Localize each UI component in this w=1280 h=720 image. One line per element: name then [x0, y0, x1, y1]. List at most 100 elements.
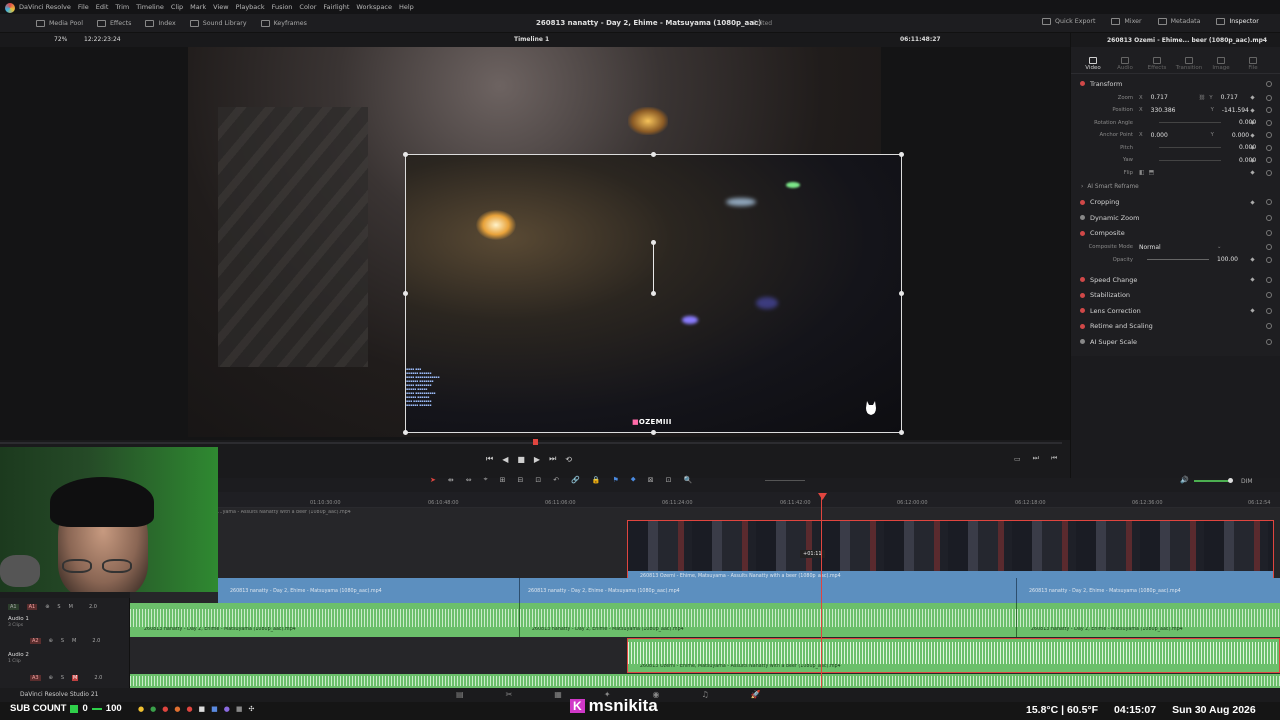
app-icon[interactable]: ■ [199, 705, 206, 713]
reset-icon[interactable] [1266, 256, 1272, 263]
transform-handle-br[interactable] [899, 430, 904, 435]
menu-color[interactable]: Color [299, 0, 316, 14]
track-a2-name[interactable]: Audio 2 [8, 652, 29, 658]
enable-dot-icon[interactable] [1080, 199, 1085, 205]
app-icon[interactable]: ✣ [249, 705, 255, 713]
last-frame-icon[interactable]: ⏮ [1051, 454, 1057, 463]
enable-dot-icon[interactable] [1080, 215, 1085, 221]
reset-icon[interactable] [1266, 107, 1272, 114]
reset-icon[interactable] [1266, 214, 1272, 221]
insert-clip-icon[interactable]: ⊞ [500, 476, 506, 484]
flag-icon[interactable]: ⚑ [613, 476, 619, 484]
transform-section[interactable]: Transform [1071, 76, 1280, 92]
menu-help[interactable]: Help [399, 0, 414, 14]
menu-clip[interactable]: Clip [171, 0, 183, 14]
volume-slider[interactable] [1194, 480, 1230, 482]
anchor-x-value[interactable]: 0.000 [1151, 132, 1211, 139]
solo-button[interactable]: S [57, 604, 60, 610]
reverse-icon[interactable]: ◀ [502, 455, 508, 464]
play-icon[interactable]: ▶ [534, 455, 540, 464]
reset-icon[interactable] [1266, 132, 1272, 139]
section-lens-correction[interactable]: Lens Correction [1071, 303, 1280, 319]
pitch-slider[interactable] [1159, 147, 1221, 149]
zoom-y-value[interactable]: 0.717 [1221, 94, 1238, 101]
a3-clip[interactable] [130, 674, 1280, 688]
transform-handle-tl[interactable] [403, 152, 408, 157]
keyframe-icon[interactable] [1250, 308, 1255, 313]
mixer-button[interactable]: Mixer [1111, 18, 1142, 25]
a1-clip-2[interactable]: 260813 nanatty - Day 2, Ehime - Matsuyam… [519, 603, 1016, 637]
enable-dot-icon[interactable] [1080, 81, 1085, 87]
reset-icon[interactable] [1266, 244, 1272, 251]
replace-clip-icon[interactable]: ⊡ [535, 476, 541, 484]
mute-button-active[interactable]: M [72, 675, 79, 681]
reset-icon[interactable] [1266, 169, 1272, 176]
track-a2-id[interactable]: A2 [30, 638, 41, 644]
scrub-bar[interactable] [0, 442, 1062, 444]
overwrite-clip-icon[interactable]: ⊟ [517, 476, 523, 484]
menu-view[interactable]: View [213, 0, 228, 14]
keyframe-icon[interactable] [1250, 170, 1255, 175]
blade-tool-icon[interactable]: ⌖ [484, 475, 488, 484]
linked-selection-icon[interactable]: 🔗 [571, 476, 580, 484]
position-x-value[interactable]: 330.386 [1151, 107, 1211, 114]
reset-icon[interactable] [1266, 94, 1272, 101]
keyframe-icon[interactable] [1250, 95, 1255, 100]
stop-icon[interactable]: ■ [517, 455, 525, 464]
reset-icon[interactable] [1266, 338, 1272, 345]
mute-button[interactable]: M [72, 638, 76, 644]
tab-audio[interactable]: Audio [1109, 57, 1141, 71]
a1-clip-1[interactable]: 260813 nanatty - Day 2, Ehime - Matsuyam… [130, 603, 519, 637]
a1-clip-3[interactable]: 260813 nanatty - Day 2, Ehime - Matsuyam… [1016, 603, 1280, 637]
reset-icon[interactable] [1266, 144, 1272, 151]
section-composite[interactable]: Composite [1071, 226, 1280, 242]
position-y-value[interactable]: -141.594 [1222, 107, 1249, 114]
section-cropping[interactable]: Cropping [1071, 195, 1280, 211]
sound-library-button[interactable]: Sound Library [189, 19, 247, 27]
rotation-slider[interactable] [1159, 122, 1221, 124]
media-page-icon[interactable]: ▤ [456, 690, 464, 699]
section-speed-change[interactable]: Speed Change [1071, 272, 1280, 288]
app-icon[interactable]: ■ [211, 705, 218, 713]
transform-handle-left[interactable] [403, 291, 408, 296]
link-icon[interactable]: ⛓ [1199, 95, 1206, 101]
keyframe-icon[interactable] [1250, 200, 1255, 205]
timeline-name-dropdown[interactable]: Timeline 1 [514, 36, 549, 43]
app-icon[interactable]: ● [138, 705, 144, 713]
solo-button[interactable]: S [61, 638, 64, 644]
inspector-button[interactable]: Inspector [1216, 18, 1259, 25]
app-icon[interactable]: ■ [236, 705, 243, 713]
solo-button[interactable]: S [61, 675, 64, 681]
trim-tool-icon[interactable]: ⇹ [448, 476, 454, 484]
cut-page-icon[interactable]: ✂ [506, 690, 513, 699]
dynamic-trim-icon[interactable]: ⇔ [466, 476, 472, 484]
enable-dot-icon[interactable] [1080, 277, 1085, 283]
tab-transition[interactable]: Transition [1173, 57, 1205, 71]
tab-file[interactable]: File [1237, 57, 1269, 71]
reset-icon[interactable] [1266, 230, 1272, 237]
menu-playback[interactable]: Playback [236, 0, 265, 14]
fullscreen-icon[interactable]: ▭ [1014, 455, 1021, 463]
mute-button[interactable]: M [69, 604, 73, 610]
track-a1-patch[interactable]: A1 [8, 604, 19, 610]
zoom-slider[interactable] [765, 480, 805, 481]
enable-dot-icon[interactable] [1080, 230, 1085, 236]
video-viewer[interactable]: ▪▪▪▪ ▪▪▪ ▪▪▪▪▪▪ ▪▪▪▪▪▪ ▪▪▪▪ ▪▪▪▪▪▪▪▪▪▪▪▪ ▪▪… [0, 47, 1070, 440]
zoom-detail-icon[interactable]: ⊡ [666, 476, 672, 484]
transform-handle-top[interactable] [651, 152, 656, 157]
flip-vertical-icon[interactable]: ⬒ [1149, 169, 1155, 176]
app-icon[interactable]: ● [162, 705, 168, 713]
track-a1-name[interactable]: Audio 1 [8, 616, 29, 622]
section-ai-super-scale[interactable]: AI Super Scale [1071, 334, 1280, 350]
menu-trim[interactable]: Trim [115, 0, 129, 14]
menu-edit[interactable]: Edit [96, 0, 109, 14]
reset-icon[interactable] [1266, 307, 1272, 314]
transform-handle-bl[interactable] [403, 430, 408, 435]
snapping-icon[interactable]: ↶ [553, 476, 559, 484]
reset-icon[interactable] [1266, 80, 1272, 87]
keyframe-icon[interactable] [1250, 257, 1255, 262]
menu-workspace[interactable]: Workspace [356, 0, 392, 14]
marker-icon[interactable]: ⬥ [631, 475, 636, 484]
zoom-full-icon[interactable]: ⊠ [648, 476, 654, 484]
media-pool-button[interactable]: Media Pool [36, 19, 83, 27]
